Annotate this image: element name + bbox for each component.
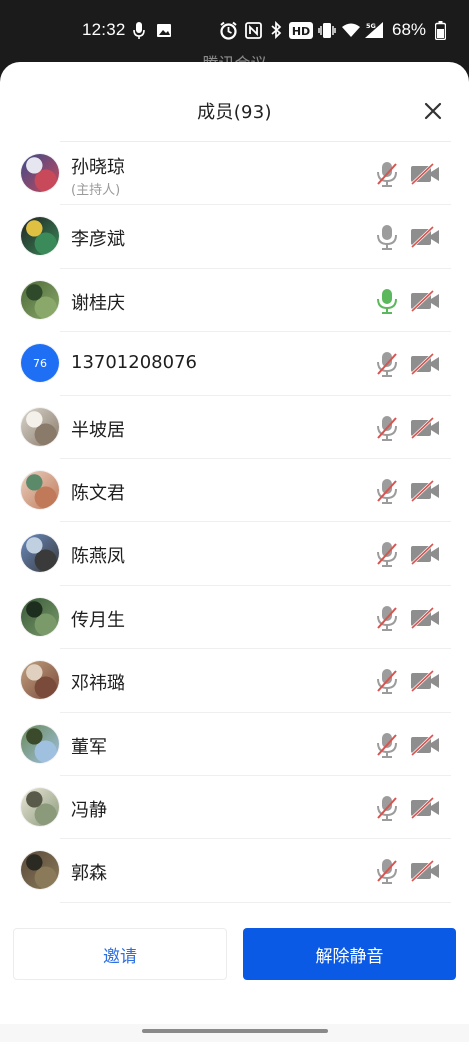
- avatar: [21, 661, 59, 700]
- hd-icon: HD: [289, 20, 313, 40]
- member-name: 谢桂庆: [71, 292, 125, 314]
- member-name: 董军: [71, 736, 107, 758]
- nfc-icon: [244, 20, 262, 40]
- close-icon: [424, 102, 442, 120]
- mic-icon[interactable]: [375, 223, 399, 251]
- invite-button[interactable]: 邀请: [13, 928, 227, 980]
- mic-muted-icon[interactable]: [375, 350, 399, 378]
- alarm-icon: [218, 20, 238, 40]
- member-name: 李彦斌: [71, 229, 125, 251]
- member-row[interactable]: 李彦斌: [0, 205, 469, 269]
- camera-off-icon[interactable]: [409, 606, 441, 629]
- mic-muted-icon[interactable]: [375, 160, 399, 188]
- member-row[interactable]: 陈燕凤: [0, 522, 469, 586]
- member-row[interactable]: 谢桂庆: [0, 269, 469, 333]
- signal-5g-icon: 5G: [364, 20, 384, 40]
- wifi-icon: [341, 20, 361, 40]
- member-name: 孙晓琼: [71, 157, 125, 178]
- home-indicator[interactable]: [142, 1029, 328, 1033]
- mic-muted-icon[interactable]: [375, 540, 399, 568]
- mic-muted-icon[interactable]: [375, 857, 399, 885]
- avatar: [21, 470, 59, 509]
- avatar: [21, 851, 59, 890]
- member-row[interactable]: 传月生: [0, 586, 469, 650]
- camera-off-icon[interactable]: [409, 416, 441, 439]
- avatar: [21, 787, 59, 826]
- member-row[interactable]: 邓祎璐: [0, 649, 469, 713]
- member-name: 13701208076: [71, 352, 197, 374]
- member-name: 冯静: [71, 799, 107, 821]
- svg-text:5G: 5G: [366, 22, 376, 30]
- camera-off-icon[interactable]: [409, 226, 441, 249]
- avatar: [21, 597, 59, 636]
- member-name: 传月生: [71, 609, 125, 631]
- member-name: 郭森: [71, 863, 107, 885]
- avatar: [21, 724, 59, 763]
- member-row[interactable]: 半坡居: [0, 396, 469, 459]
- mic-muted-icon[interactable]: [375, 794, 399, 822]
- svg-text:HD: HD: [292, 25, 310, 38]
- member-row[interactable]: 孙晓琼 (主持人): [0, 142, 469, 206]
- unmute-all-button[interactable]: 解除静音: [243, 928, 456, 980]
- mic-icon: [132, 20, 146, 40]
- row-divider: [60, 901, 451, 903]
- mic-muted-icon[interactable]: [375, 477, 399, 505]
- member-name: 半坡居: [71, 419, 125, 441]
- member-name: 陈燕凤: [71, 546, 125, 568]
- member-name: 邓祎璐: [71, 673, 125, 695]
- sheet-header: 成员(93): [0, 62, 469, 142]
- camera-off-icon[interactable]: [409, 289, 441, 312]
- status-time: 12:32: [82, 20, 126, 39]
- battery-icon: [434, 20, 446, 40]
- avatar: [21, 534, 59, 573]
- member-name: 陈文君: [71, 482, 125, 504]
- member-row[interactable]: 76 13701208076: [0, 332, 469, 396]
- member-row[interactable]: 郭森: [0, 839, 469, 903]
- bottom-bar: [0, 1024, 469, 1042]
- camera-off-icon[interactable]: [409, 670, 441, 693]
- camera-off-icon[interactable]: [409, 796, 441, 819]
- member-row[interactable]: 冯静: [0, 776, 469, 840]
- bluetooth-icon: [268, 20, 284, 40]
- camera-off-icon[interactable]: [409, 353, 441, 376]
- mic-muted-icon[interactable]: [375, 604, 399, 632]
- avatar: [21, 217, 59, 256]
- avatar: [21, 280, 59, 319]
- members-sheet: 成员(93) 孙晓琼 (主持人) 李彦斌谢桂庆 76 13701208076 半坡居陈文君…: [0, 62, 469, 1042]
- mic-icon[interactable]: [375, 287, 399, 315]
- image-icon: [156, 20, 172, 40]
- camera-off-icon[interactable]: [409, 543, 441, 566]
- sheet-title: 成员(93): [197, 102, 272, 123]
- avatar: [21, 154, 59, 192]
- mic-muted-icon[interactable]: [375, 667, 399, 695]
- camera-off-icon[interactable]: [409, 162, 441, 186]
- member-row[interactable]: 陈文君: [0, 459, 469, 523]
- avatar: [21, 407, 59, 446]
- member-role: (主持人): [71, 183, 121, 198]
- battery-percent: 68%: [392, 20, 427, 39]
- member-list: 孙晓琼 (主持人) 李彦斌谢桂庆 76 13701208076 半坡居陈文君陈燕凤传月生邓…: [0, 142, 469, 903]
- vibrate-icon: [318, 20, 336, 40]
- mic-muted-icon[interactable]: [375, 731, 399, 759]
- camera-off-icon[interactable]: [409, 733, 441, 756]
- close-button[interactable]: [418, 96, 448, 126]
- member-row[interactable]: 董军: [0, 713, 469, 776]
- camera-off-icon[interactable]: [409, 860, 441, 883]
- mic-muted-icon[interactable]: [375, 414, 399, 442]
- camera-off-icon[interactable]: [409, 479, 441, 503]
- avatar: 76: [21, 344, 59, 383]
